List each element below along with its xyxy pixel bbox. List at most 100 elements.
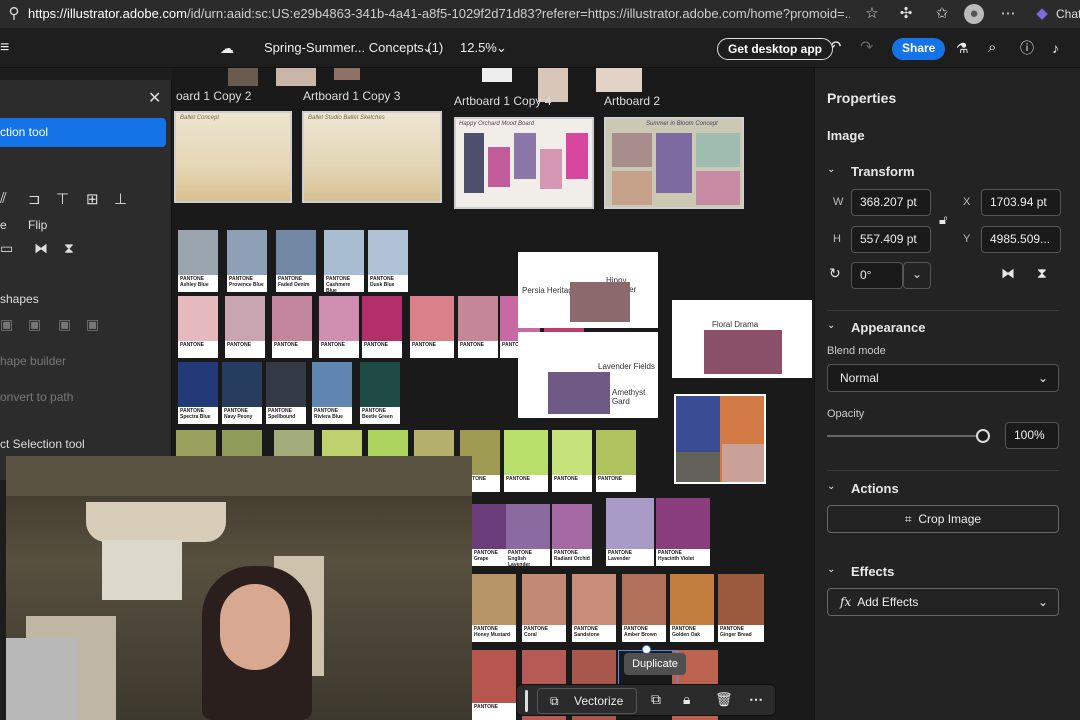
help-icon[interactable]: ⓘ <box>1020 28 1034 68</box>
minus-front-icon[interactable]: ▣ <box>28 316 41 333</box>
opacity-slider-thumb[interactable] <box>976 429 990 443</box>
pantone-swatch[interactable]: PANTONE Provence Blue <box>227 230 267 292</box>
pantone-swatch[interactable]: PANTONE <box>504 430 548 492</box>
pantone-swatch[interactable]: PANTONE <box>552 430 592 492</box>
hamburger-menu-icon[interactable]: ≡ <box>0 28 9 68</box>
height-field[interactable]: 557.409 pt <box>851 226 931 253</box>
search-icon[interactable]: ⌕ <box>988 28 996 68</box>
trash-icon[interactable]: 🗑︎ <box>715 691 733 708</box>
crop-image-button[interactable]: ⌗ Crop Image <box>827 505 1059 533</box>
artboard-thumbnail[interactable] <box>482 68 512 82</box>
artboard-ballet-concept[interactable]: Ballet Concept <box>174 111 292 203</box>
flip-horizontal-icon[interactable]: ⧓ <box>34 240 48 257</box>
get-desktop-app-button[interactable]: Get desktop app <box>717 38 834 60</box>
pantone-swatch[interactable]: PANTONE <box>458 296 498 358</box>
artboard-label[interactable]: Artboard 1 Copy 3 <box>303 89 400 103</box>
pantone-swatch[interactable]: PANTONE Amber Brown <box>622 574 666 642</box>
artboard-mood-board[interactable]: Happy Orchard Mood Board <box>454 117 594 209</box>
persia-heritage-board[interactable]: Persia Heritage Hippy Summer <box>518 252 658 328</box>
selection-tool-item[interactable]: ction tool <box>0 118 166 147</box>
intersect-icon[interactable]: ▣ <box>58 316 71 333</box>
flip-horizontal-icon[interactable]: ⧓ <box>1001 265 1015 282</box>
artboard-thumbnail[interactable] <box>596 68 642 92</box>
direct-selection-tool-label[interactable]: ct Selection tool <box>0 437 85 451</box>
align-right-icon[interactable]: ⊐ <box>28 190 41 208</box>
pantone-swatch[interactable]: PANTONE Sandstone <box>572 574 616 642</box>
drag-handle[interactable] <box>525 690 528 712</box>
share-button[interactable]: Share <box>892 38 946 60</box>
pantone-swatch[interactable]: PANTONE <box>472 650 516 720</box>
pantone-swatch[interactable]: PANTONE <box>272 296 312 358</box>
align-bottom-icon[interactable]: ⊥ <box>114 190 127 208</box>
artboard-label[interactable]: Artboard 2 <box>604 94 660 108</box>
pantone-swatch[interactable]: PANTONE Radiant Orchid <box>552 504 592 566</box>
document-title[interactable]: Spring-Summer... Concepts (1) <box>264 28 443 68</box>
transform-heading[interactable]: Transform <box>851 164 915 179</box>
flip-vertical-icon[interactable]: ⧗ <box>64 240 74 257</box>
favorite-star-icon[interactable]: ☆ <box>862 4 882 24</box>
pantone-swatch[interactable]: PANTONE Lavender <box>606 498 654 566</box>
address-bar[interactable]: https://illustrator.adobe.com/id/urn:aai… <box>28 0 850 28</box>
pantone-swatch[interactable]: PANTONE <box>596 430 636 492</box>
copilot-icon[interactable]: ◆ <box>1032 4 1052 24</box>
zoom-chevron-down-icon[interactable]: ⌄ <box>496 28 507 68</box>
rotation-field[interactable]: 0° <box>851 262 903 289</box>
labs-flask-icon[interactable]: ⚗ <box>956 28 969 68</box>
pantone-swatch[interactable]: PANTONE Hyacinth Violet <box>656 498 710 566</box>
pantone-swatch[interactable]: PANTONE Coral <box>522 574 566 642</box>
effects-chevron-icon[interactable]: ⌄ <box>827 564 835 575</box>
artboard-ballet-sketches[interactable]: Ballet Studio Ballet Sketches <box>302 111 442 203</box>
opacity-slider-track[interactable] <box>827 435 983 437</box>
shape-builder-option[interactable]: hape builder <box>0 354 66 368</box>
extensions-icon[interactable]: ✣ <box>896 4 916 24</box>
pantone-swatch[interactable]: PANTONE Riviera Blue <box>312 362 352 424</box>
title-chevron-down-icon[interactable]: ⌄ <box>422 28 433 68</box>
lavender-fields-board[interactable]: Lavender Fields Amethyst Gard <box>518 332 658 418</box>
lock-icon[interactable]: 🔒︎ <box>683 691 690 708</box>
browser-menu-icon[interactable]: ⋯ <box>998 4 1018 24</box>
pantone-swatch[interactable]: PANTONE Spellbound <box>266 362 306 424</box>
site-info-icon[interactable]: ⚲ <box>4 4 24 24</box>
cloud-sync-icon[interactable]: ☁ <box>220 28 234 68</box>
favorites-icon[interactable]: ✩ <box>932 4 952 24</box>
redo-icon[interactable]: ↷ <box>860 28 873 68</box>
effects-heading[interactable]: Effects <box>851 564 894 579</box>
floral-drama-board[interactable]: Floral Drama <box>672 300 812 378</box>
pantone-swatch[interactable]: PANTONE Ashley Blue <box>178 230 218 292</box>
add-effects-dropdown[interactable]: fx Add Effects ⌄ <box>827 588 1059 616</box>
appearance-chevron-icon[interactable]: ⌄ <box>827 320 835 331</box>
pantone-swatch[interactable]: PANTONE <box>362 296 402 358</box>
align-middle-icon[interactable]: ⊞ <box>86 190 99 208</box>
pantone-swatch[interactable]: PANTONE Ginger Bread <box>718 574 764 642</box>
pantone-swatch[interactable]: PANTONE Faded Denim <box>276 230 316 292</box>
notifications-bell-icon[interactable]: ♪ <box>1052 28 1059 68</box>
close-panel-icon[interactable]: ✕ <box>148 88 161 108</box>
align-left-icon[interactable]: ⫽ <box>0 190 7 207</box>
pantone-swatch[interactable]: PANTONE <box>410 296 454 358</box>
align-top-icon[interactable]: ⊤ <box>56 190 69 208</box>
artboard-thumbnail[interactable] <box>334 68 360 80</box>
exclude-icon[interactable]: ▣ <box>86 316 99 333</box>
vectorize-button[interactable]: ⧉ Vectorize <box>537 688 637 714</box>
pantone-swatch[interactable]: PANTONE <box>225 296 265 358</box>
pantone-swatch[interactable]: PANTONE Dusk Blue <box>368 230 408 292</box>
rotation-dropdown-chevron-icon[interactable]: ⌄ <box>903 262 931 289</box>
pantone-swatch[interactable]: PANTONE Spectra Blue <box>178 362 218 424</box>
actions-chevron-icon[interactable]: ⌄ <box>827 481 835 492</box>
pantone-swatch[interactable]: PANTONE Cashmere Blue <box>324 230 364 294</box>
chat-label[interactable]: Chat <box>1056 0 1080 28</box>
convert-to-path-option[interactable]: onvert to path <box>0 390 73 404</box>
profile-avatar[interactable]: ● <box>964 4 984 24</box>
flip-vertical-icon[interactable]: ⧗ <box>1037 265 1047 282</box>
opacity-field[interactable]: 100% <box>1005 422 1059 449</box>
y-field[interactable]: 4985.509... <box>981 226 1061 253</box>
pantone-swatch[interactable]: PANTONE Navy Peony <box>222 362 262 424</box>
artboard-label[interactable]: Artboard 1 Copy 4 <box>454 94 551 108</box>
blend-mode-select[interactable]: Normal ⌄ <box>827 364 1059 392</box>
unite-icon[interactable]: ▣ <box>0 316 13 333</box>
arrange-icon[interactable]: ▭ <box>0 240 13 257</box>
constrain-proportions-lock-icon[interactable]: 🔓︎ <box>939 212 947 228</box>
more-options-icon[interactable]: ⋯ <box>749 691 763 708</box>
selected-image[interactable] <box>674 394 766 484</box>
zoom-level[interactable]: 12.5% <box>460 28 497 68</box>
